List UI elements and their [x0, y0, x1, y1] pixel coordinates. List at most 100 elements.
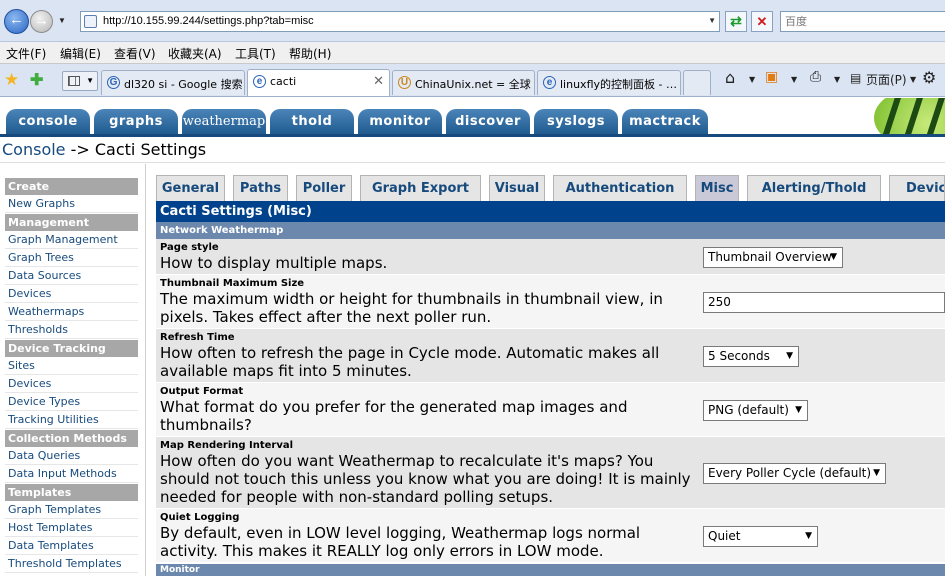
menu-edit[interactable]: 编辑(E) [60, 45, 101, 62]
sidebar-item-graph-management[interactable]: Graph Management [5, 231, 138, 249]
sidebar-item-graph-templates[interactable]: Graph Templates [5, 501, 138, 519]
tab-visual[interactable]: Visual [489, 175, 545, 201]
forward-arrow-icon: → [34, 12, 49, 29]
sidebar-item-weathermaps[interactable]: Weathermaps [5, 303, 138, 321]
sidebar-item-thresholds[interactable]: Thresholds [5, 321, 138, 339]
tab-alerting-thold[interactable]: Alerting/Thold [747, 175, 881, 201]
breadcrumb: Console -> Cacti Settings [0, 138, 945, 163]
thumbnail-size-input[interactable]: 250 [703, 292, 945, 313]
section-network-weathermap: Network Weathermap [156, 222, 945, 239]
sidebar-item-device-types[interactable]: Device Types [5, 393, 138, 411]
quiet-logging-select[interactable]: Quiet ▼ [703, 526, 818, 547]
setting-description: By default, even in LOW level logging, W… [160, 524, 641, 560]
quick-tabs-button[interactable]: ▼ [62, 71, 98, 91]
tab-monitor[interactable]: monitor [358, 109, 442, 135]
browser-tab-cacti[interactable]: e cacti ✕ [247, 69, 390, 96]
print-dropdown-icon[interactable]: ▼ [834, 75, 840, 84]
output-format-select[interactable]: PNG (default) ▼ [703, 400, 808, 421]
sidebar-item-sites[interactable]: Sites [5, 357, 138, 375]
page-menu-label[interactable]: 页面(P) [866, 71, 907, 88]
tab-discover[interactable]: discover [446, 109, 530, 135]
setting-label: Map Rendering Interval [160, 440, 294, 451]
tab-misc[interactable]: Misc [695, 175, 739, 201]
menu-tools[interactable]: 工具(T) [235, 45, 276, 62]
menu-view[interactable]: 查看(V) [114, 45, 156, 62]
sidebar-item-threshold-templates[interactable]: Threshold Templates [5, 555, 138, 573]
sidebar-item-data-sources[interactable]: Data Sources [5, 267, 138, 285]
page-style-select[interactable]: Thumbnail Overview ▼ [703, 247, 843, 268]
refresh-time-select[interactable]: 5 Seconds ▼ [703, 346, 799, 367]
refresh-button[interactable]: ⇄ [725, 11, 747, 32]
breadcrumb-console-link[interactable]: Console [2, 140, 66, 159]
back-button[interactable]: ← [4, 9, 29, 34]
map-rendering-interval-select[interactable]: Every Poller Cycle (default) ▼ [703, 463, 886, 484]
tab-thold[interactable]: thold [270, 109, 354, 135]
sidebar-item-graph-trees[interactable]: Graph Trees [5, 249, 138, 267]
sidebar-section-collection-methods: Collection Methods [5, 430, 138, 447]
forward-button[interactable]: → [30, 10, 53, 33]
favorites-star-icon[interactable]: ★ [4, 70, 19, 90]
cacti-logo [866, 98, 945, 134]
tab-graph-export[interactable]: Graph Export [360, 175, 481, 201]
home-icon[interactable]: ⌂ [725, 68, 735, 87]
tab-authentication[interactable]: Authentication [553, 175, 687, 201]
add-favorite-icon[interactable]: ✚ [30, 70, 43, 90]
setting-label: Output Format [160, 386, 244, 397]
tab-weathermap[interactable]: weathermap [182, 109, 266, 135]
header-divider [0, 134, 945, 137]
menu-file[interactable]: 文件(F) [6, 45, 46, 62]
tab-mactrack[interactable]: mactrack [622, 109, 708, 135]
setting-description: The maximum width or height for thumbnai… [160, 290, 663, 326]
sidebar-item-host-templates[interactable]: Host Templates [5, 519, 138, 537]
url-field[interactable]: http://10.155.99.244/settings.php?tab=mi… [80, 11, 720, 32]
browser-address-bar: ← → ▼ http://10.155.99.244/settings.php?… [0, 0, 945, 42]
stop-button[interactable]: ✕ [751, 11, 773, 32]
sidebar-section-create: Create [5, 178, 138, 195]
search-input[interactable] [781, 12, 945, 31]
search-box[interactable] [780, 11, 945, 32]
url-text[interactable]: http://10.155.99.244/settings.php?tab=mi… [103, 15, 314, 27]
sidebar-item-tracking-utilities[interactable]: Tracking Utilities [5, 411, 138, 429]
url-dropdown-icon[interactable]: ▼ [708, 16, 716, 25]
sidebar-item-data-input-methods[interactable]: Data Input Methods [5, 465, 138, 483]
tab-general[interactable]: General [156, 175, 225, 201]
ie-page-icon: e [253, 75, 266, 88]
page-dropdown-icon[interactable]: ▼ [910, 75, 916, 84]
browser-tab-google[interactable]: G dl320 si - Google 搜索 [101, 70, 245, 95]
page-icon [84, 15, 97, 28]
close-tab-icon[interactable]: ✕ [373, 73, 384, 89]
section-monitor: Monitor [156, 564, 945, 576]
tab-paths[interactable]: Paths [233, 175, 288, 201]
menu-bar: 文件(F) 编辑(E) 查看(V) 收藏夹(A) 工具(T) 帮助(H) [0, 42, 945, 64]
breadcrumb-current: Cacti Settings [94, 140, 207, 159]
sidebar-item-tracking-devices[interactable]: Devices [5, 375, 138, 393]
tools-gear-icon[interactable]: ⚙ [922, 68, 936, 87]
sidebar-item-data-queries[interactable]: Data Queries [5, 447, 138, 465]
browser-tab-linuxfly[interactable]: e linuxfly的控制面板 - … [537, 70, 681, 95]
feed-dropdown-icon[interactable]: ▼ [791, 75, 797, 84]
print-icon[interactable]: ⎙ [810, 69, 821, 85]
sidebar-item-data-templates[interactable]: Data Templates [5, 537, 138, 555]
home-dropdown-icon[interactable]: ▼ [749, 75, 755, 84]
rss-feed-icon[interactable]: ▣ [765, 69, 778, 85]
tab-poller[interactable]: Poller [296, 175, 352, 201]
setting-label: Quiet Logging [160, 512, 240, 523]
menu-help[interactable]: 帮助(H) [289, 45, 331, 62]
breadcrumb-text: Console -> Cacti Settings [2, 140, 206, 159]
tab-device[interactable]: Device [889, 175, 945, 201]
sidebar-item-new-graphs[interactable]: New Graphs [5, 195, 138, 213]
tab-syslogs[interactable]: syslogs [534, 109, 618, 135]
setting-description: How to display multiple maps. [160, 254, 388, 272]
browser-tab-chinaunix[interactable]: U ChinaUnix.net = 全球… [392, 70, 535, 95]
setting-row-thumbnail-size: Thumbnail Maximum Size The maximum width… [156, 275, 945, 329]
tab-console[interactable]: console [6, 109, 90, 135]
page-menu[interactable]: ▤ [850, 71, 861, 85]
quick-tabs-icon [68, 76, 80, 86]
select-value: Quiet [708, 529, 741, 543]
sidebar-item-devices[interactable]: Devices [5, 285, 138, 303]
tab-graphs[interactable]: graphs [94, 109, 178, 135]
history-dropdown-icon[interactable]: ▼ [58, 16, 66, 25]
new-tab-button[interactable] [683, 70, 711, 95]
setting-row-refresh-time: Refresh Time How often to refresh the pa… [156, 329, 945, 383]
menu-favorites[interactable]: 收藏夹(A) [168, 45, 222, 62]
